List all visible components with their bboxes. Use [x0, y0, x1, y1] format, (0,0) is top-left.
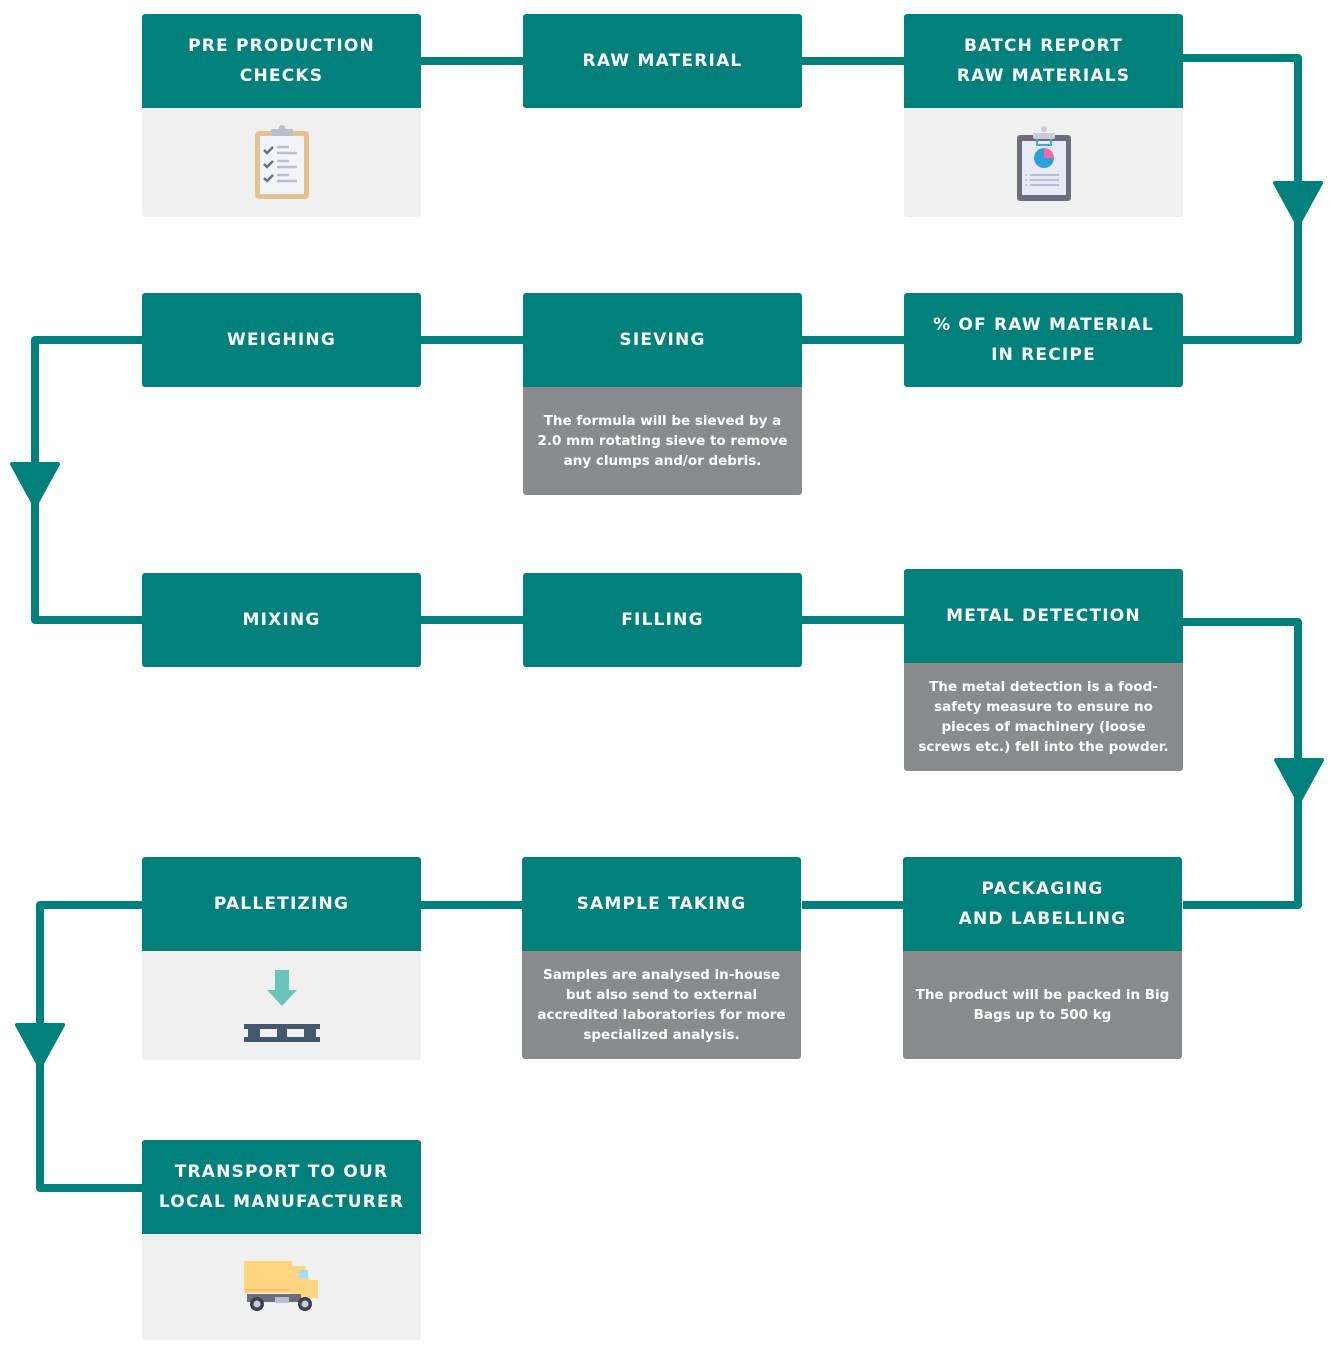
clipboard-pie-chart-icon: [1016, 125, 1071, 201]
step-title: RAW MATERIAL: [523, 14, 802, 108]
step-title: METAL DETECTION: [904, 569, 1183, 663]
step-palletizing: PALLETIZING: [142, 857, 421, 1060]
step-title: SAMPLE TAKING: [522, 857, 801, 951]
icon-panel: [142, 1234, 421, 1340]
clipboard-checklist-icon: [254, 124, 309, 199]
connector-line: [1183, 54, 1302, 344]
step-title: PACKAGING AND LABELLING: [903, 857, 1182, 951]
step-description: The formula will be sieved by a 2.0 mm r…: [523, 387, 802, 495]
step-sample-taking: SAMPLE TAKING Samples are analysed in-ho…: [522, 857, 801, 1059]
step-title: SIEVING: [523, 293, 802, 387]
delivery-truck-icon: [243, 1261, 318, 1311]
step-pre-production-checks: PRE PRODUCTION CHECKS: [142, 14, 421, 217]
step-filling: FILLING: [523, 573, 802, 667]
step-description: The product will be packed in Big Bags u…: [903, 951, 1182, 1059]
step-percent-raw-material: % OF RAW MATERIAL IN RECIPE: [904, 293, 1183, 387]
step-title: TRANSPORT TO OUR LOCAL MANUFACTURER: [142, 1140, 421, 1234]
step-sieving: SIEVING The formula will be sieved by a …: [523, 293, 802, 495]
step-packaging-labelling: PACKAGING AND LABELLING The product will…: [903, 857, 1182, 1059]
step-title: % OF RAW MATERIAL IN RECIPE: [904, 293, 1183, 387]
step-weighing: WEIGHING: [142, 293, 421, 387]
arrow-down-icon: [1274, 758, 1324, 804]
step-metal-detection: METAL DETECTION The metal detection is a…: [904, 569, 1183, 771]
arrow-down-icon: [10, 462, 60, 508]
step-title: PALLETIZING: [142, 857, 421, 951]
arrow-down-icon: [15, 1023, 65, 1069]
step-title: BATCH REPORT RAW MATERIALS: [904, 14, 1183, 108]
icon-panel: [142, 108, 421, 217]
icon-panel: [142, 951, 421, 1060]
step-description: The metal detection is a food-safety mea…: [904, 663, 1183, 771]
step-title: MIXING: [142, 573, 421, 667]
step-title: PRE PRODUCTION CHECKS: [142, 14, 421, 108]
pallet-arrow-icon: [243, 969, 320, 1042]
connector-line: [36, 901, 142, 1192]
step-batch-report: BATCH REPORT RAW MATERIALS: [904, 14, 1183, 217]
step-title: FILLING: [523, 573, 802, 667]
step-title: WEIGHING: [142, 293, 421, 387]
icon-panel: [904, 108, 1183, 217]
arrow-down-icon: [1273, 181, 1323, 227]
step-transport: TRANSPORT TO OUR LOCAL MANUFACTURER: [142, 1140, 421, 1340]
step-raw-material: RAW MATERIAL: [523, 14, 802, 108]
step-description: Samples are analysed in-house but also s…: [522, 951, 801, 1059]
step-mixing: MIXING: [142, 573, 421, 667]
